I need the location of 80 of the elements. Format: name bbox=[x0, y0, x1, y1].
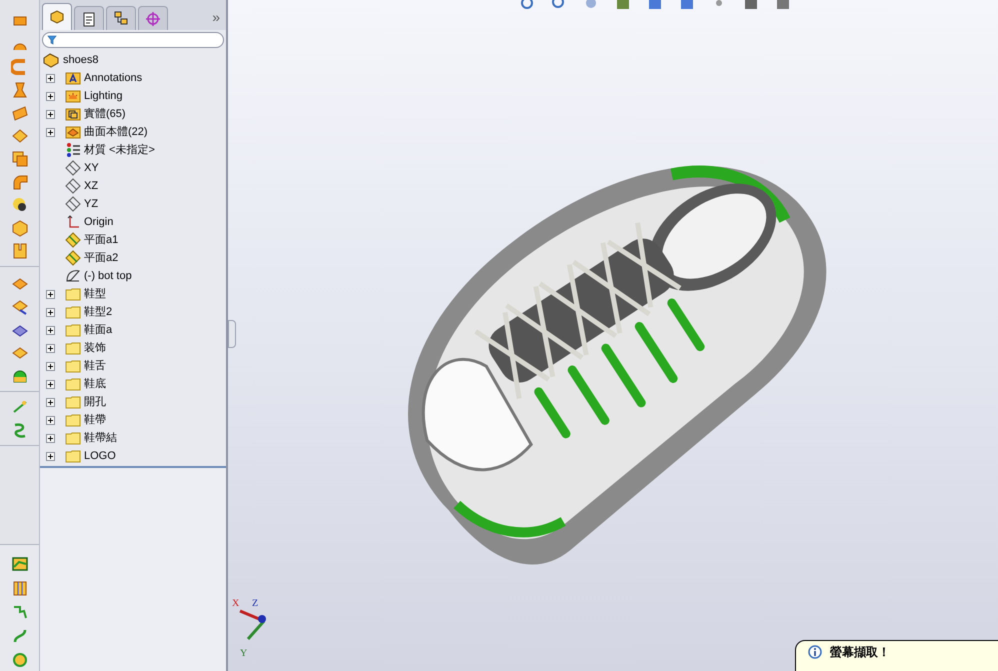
panel-collapse-handle[interactable] bbox=[228, 320, 236, 348]
expand-toggle[interactable] bbox=[46, 110, 55, 118]
tree-item[interactable]: 鞋面a bbox=[84, 322, 112, 338]
reference-plane-icon bbox=[65, 232, 81, 248]
feature-tree-icon bbox=[48, 8, 66, 26]
surface-bodies-folder-icon bbox=[65, 124, 81, 140]
panel-tab[interactable] bbox=[106, 6, 136, 30]
plane-icon bbox=[65, 196, 81, 212]
material-icon bbox=[65, 142, 81, 158]
more-tabs-button[interactable]: » bbox=[212, 10, 224, 30]
origin-icon bbox=[65, 214, 81, 230]
expand-toggle[interactable] bbox=[46, 398, 55, 406]
toolbar-tool-icon[interactable] bbox=[10, 579, 28, 597]
folder-icon bbox=[65, 394, 81, 410]
panel-tab[interactable] bbox=[42, 3, 72, 30]
toolbar-tool-icon[interactable] bbox=[10, 555, 28, 573]
tree-item[interactable]: 平面a1 bbox=[84, 232, 118, 248]
expand-toggle[interactable] bbox=[46, 344, 55, 352]
annotation-folder-icon bbox=[65, 70, 81, 86]
plane-icon bbox=[65, 160, 81, 176]
folder-icon bbox=[65, 430, 81, 446]
reference-plane-icon bbox=[65, 250, 81, 266]
tree-item[interactable]: YZ bbox=[84, 196, 98, 212]
sketch-icon bbox=[65, 268, 81, 284]
tree-item[interactable]: (-) bot top bbox=[84, 268, 132, 284]
tree-item[interactable]: 鞋型2 bbox=[84, 304, 112, 320]
y-axis-label: Y bbox=[240, 649, 248, 659]
folder-icon bbox=[65, 322, 81, 338]
expand-toggle[interactable] bbox=[46, 92, 55, 100]
folder-icon bbox=[65, 286, 81, 302]
expand-toggle[interactable] bbox=[46, 128, 55, 136]
plane-icon bbox=[65, 178, 81, 194]
tree-item[interactable]: 鞋底 bbox=[84, 376, 106, 392]
tree-item[interactable]: XZ bbox=[84, 178, 98, 194]
toolbar-tool-icon[interactable] bbox=[10, 196, 28, 214]
expand-toggle[interactable] bbox=[46, 362, 55, 370]
tree-item[interactable]: 装饰 bbox=[84, 340, 106, 356]
tree-item[interactable]: XY bbox=[84, 160, 99, 176]
tree-item[interactable]: 鞋舌 bbox=[84, 358, 106, 374]
folder-icon bbox=[65, 412, 81, 428]
folder-icon bbox=[65, 358, 81, 374]
filter-icon bbox=[47, 35, 57, 45]
tree-item[interactable]: 鞋帶 bbox=[84, 412, 106, 428]
tree-item[interactable]: 開孔 bbox=[84, 394, 106, 410]
filter-field[interactable] bbox=[42, 32, 224, 48]
graphics-viewport[interactable]: X Z Y 螢幕擷取！ bbox=[228, 0, 998, 671]
x-axis-label: X bbox=[232, 599, 240, 609]
hierarchy-icon bbox=[112, 10, 130, 28]
expand-toggle[interactable] bbox=[46, 380, 55, 388]
tree-item[interactable]: 材質 <未指定> bbox=[84, 142, 155, 158]
expand-toggle[interactable] bbox=[46, 74, 55, 82]
tree-item[interactable]: 鞋型 bbox=[84, 286, 106, 302]
info-icon bbox=[808, 645, 822, 659]
expand-toggle[interactable] bbox=[46, 434, 55, 442]
expand-toggle[interactable] bbox=[46, 308, 55, 316]
tree-item[interactable]: 曲面本體(22) bbox=[84, 124, 148, 140]
expand-toggle[interactable] bbox=[46, 290, 55, 298]
tree-item[interactable]: Annotations bbox=[84, 70, 142, 86]
expand-toggle[interactable] bbox=[46, 416, 55, 424]
notification-title: 螢幕擷取！ bbox=[830, 645, 890, 659]
panel-tab[interactable] bbox=[74, 6, 104, 30]
z-axis-label: Z bbox=[252, 599, 258, 609]
tree-item[interactable]: 平面a2 bbox=[84, 250, 118, 266]
folder-icon bbox=[65, 448, 81, 464]
tree-item[interactable]: LOGO bbox=[84, 448, 116, 464]
folder-icon bbox=[65, 340, 81, 356]
part-icon bbox=[42, 52, 60, 68]
toolbar-tool-icon[interactable] bbox=[10, 298, 28, 316]
tree-item[interactable]: 鞋帶結 bbox=[84, 430, 117, 446]
crosshair-icon bbox=[144, 10, 162, 28]
folder-icon bbox=[65, 304, 81, 320]
expand-toggle[interactable] bbox=[46, 452, 55, 460]
lighting-folder-icon bbox=[65, 88, 81, 104]
tree-item[interactable]: shoes8 bbox=[63, 52, 98, 68]
tree-item[interactable]: Origin bbox=[84, 214, 114, 230]
expand-toggle[interactable] bbox=[46, 326, 55, 334]
folder-icon bbox=[65, 376, 81, 392]
tree-item[interactable]: Lighting bbox=[84, 88, 123, 104]
solid-bodies-folder-icon bbox=[65, 106, 81, 122]
tree-item[interactable]: 實體(65) bbox=[84, 106, 126, 122]
